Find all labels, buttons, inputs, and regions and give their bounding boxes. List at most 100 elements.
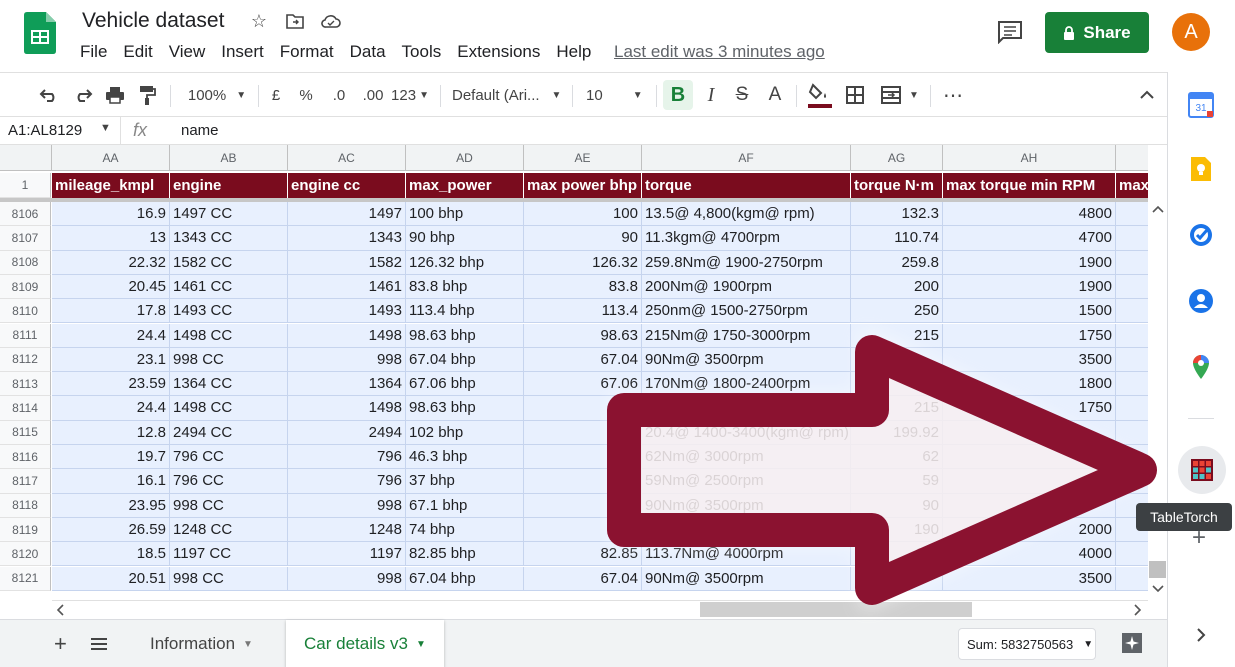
- table-cell[interactable]: 13: [52, 226, 170, 251]
- row-header[interactable]: 8107: [0, 226, 51, 251]
- scroll-right-icon[interactable]: [1134, 604, 1142, 616]
- table-cell[interactable]: 1497: [288, 202, 406, 227]
- table-cell[interactable]: 998 CC: [170, 566, 288, 591]
- table-cell[interactable]: 59: [851, 469, 943, 494]
- table-cell[interactable]: 998: [288, 566, 406, 591]
- table-cell[interactable]: 74 bhp: [406, 517, 524, 543]
- table-cell[interactable]: 18.5: [52, 542, 170, 567]
- menu-data[interactable]: Data: [350, 42, 386, 62]
- table-cell[interactable]: 37 bhp: [406, 469, 524, 494]
- column-header[interactable]: [1116, 145, 1148, 171]
- decrease-decimal-button[interactable]: .0: [326, 73, 352, 117]
- table-cell[interactable]: 9: [524, 396, 642, 421]
- table-cell[interactable]: 250: [851, 299, 943, 324]
- spreadsheet-grid[interactable]: 1 AA AB AC AD AE AF AG AH mileage_kmpl engine engi…: [0, 145, 1148, 600]
- column-header[interactable]: AB: [170, 145, 288, 171]
- table-cell[interactable]: [524, 420, 642, 445]
- row-header[interactable]: 8115: [0, 420, 51, 445]
- menu-extensions[interactable]: Extensions: [457, 42, 540, 62]
- table-cell[interactable]: 126.32 bhp: [406, 250, 524, 275]
- table-cell[interactable]: 23.95: [52, 493, 170, 518]
- row-header[interactable]: 8109: [0, 274, 51, 300]
- table-cell[interactable]: [1116, 469, 1148, 494]
- menu-insert[interactable]: Insert: [221, 42, 264, 62]
- table-cell[interactable]: 1197 CC: [170, 542, 288, 567]
- row-header[interactable]: 8120: [0, 542, 51, 567]
- table-cell[interactable]: 20.45: [52, 274, 170, 300]
- table-cell[interactable]: 132.3: [851, 202, 943, 227]
- currency-button[interactable]: £: [266, 73, 286, 117]
- table-cell[interactable]: 170Nm@ 1800-2400rpm: [642, 372, 851, 397]
- table-cell[interactable]: 16.1: [52, 469, 170, 494]
- table-cell[interactable]: 998 CC: [170, 493, 288, 518]
- chevron-down-icon[interactable]: ▼: [100, 122, 111, 134]
- table-cell[interactable]: 24.4: [52, 323, 170, 348]
- maps-icon[interactable]: [1188, 354, 1214, 380]
- table-cell[interactable]: 1498: [288, 396, 406, 421]
- table-cell[interactable]: 67.04 bhp: [406, 566, 524, 591]
- keep-icon[interactable]: [1188, 156, 1214, 182]
- scroll-left-icon[interactable]: [56, 604, 64, 616]
- table-cell[interactable]: 200Nm@ 1900rpm: [642, 274, 851, 300]
- menu-edit[interactable]: Edit: [123, 42, 152, 62]
- table-cell[interactable]: 1500: [943, 299, 1116, 324]
- table-cell[interactable]: 215: [851, 396, 943, 421]
- table-cell[interactable]: [1116, 347, 1148, 373]
- row-header[interactable]: 8108: [0, 250, 51, 275]
- table-cell[interactable]: 259.8Nm@ 1900-2750rpm: [642, 250, 851, 275]
- table-cell[interactable]: [851, 566, 943, 591]
- table-cell[interactable]: 67.04 bhp: [406, 347, 524, 373]
- table-cell[interactable]: 22.32: [52, 250, 170, 275]
- table-cell[interactable]: 102 bhp: [406, 420, 524, 445]
- table-cell[interactable]: 113.4: [524, 299, 642, 324]
- cloud-saved-icon[interactable]: [320, 10, 342, 32]
- table-cell[interactable]: 215: [851, 323, 943, 348]
- tab-information[interactable]: Information ▼: [150, 620, 253, 667]
- table-cell[interactable]: [642, 396, 851, 421]
- table-cell[interactable]: [524, 445, 642, 470]
- header-cell[interactable]: max_power: [406, 173, 524, 198]
- table-cell[interactable]: 13.5@ 4,800(kgm@ rpm): [642, 202, 851, 227]
- table-cell[interactable]: 23.59: [52, 372, 170, 397]
- italic-button[interactable]: I: [698, 73, 724, 117]
- row-header[interactable]: 8111: [0, 323, 51, 348]
- table-cell[interactable]: 90: [524, 226, 642, 251]
- column-header[interactable]: AD: [406, 145, 524, 171]
- column-header[interactable]: AA: [52, 145, 170, 171]
- table-cell[interactable]: 796 CC: [170, 445, 288, 470]
- row-header[interactable]: 8117: [0, 469, 51, 494]
- table-cell[interactable]: 20.51: [52, 566, 170, 591]
- table-cell[interactable]: 17.8: [52, 299, 170, 324]
- table-cell[interactable]: 98.63 bhp: [406, 396, 524, 421]
- formula-input[interactable]: name: [181, 122, 219, 139]
- header-cell[interactable]: torque: [642, 173, 851, 198]
- table-cell[interactable]: [1116, 566, 1148, 591]
- more-icon[interactable]: ⋯: [940, 73, 966, 117]
- vertical-scrollbar[interactable]: [1148, 199, 1167, 600]
- table-cell[interactable]: 796: [288, 469, 406, 494]
- undo-icon[interactable]: [36, 73, 62, 117]
- table-cell[interactable]: 98.63: [524, 323, 642, 348]
- table-cell[interactable]: 82.85 bhp: [406, 542, 524, 567]
- bold-button[interactable]: B: [663, 80, 693, 110]
- table-cell[interactable]: 90Nm@ 3500rpm: [642, 566, 851, 591]
- table-cell[interactable]: 3500: [943, 347, 1116, 373]
- increase-decimal-button[interactable]: .00: [358, 73, 388, 117]
- row-header[interactable]: 8119: [0, 517, 51, 543]
- table-cell[interactable]: 1900: [943, 274, 1116, 300]
- table-cell[interactable]: 4700: [943, 226, 1116, 251]
- table-cell[interactable]: 90: [851, 493, 943, 518]
- horizontal-scrollbar[interactable]: [52, 600, 1148, 619]
- table-cell[interactable]: [1116, 250, 1148, 275]
- table-cell[interactable]: [524, 493, 642, 518]
- table-cell[interactable]: 100: [524, 202, 642, 227]
- percent-button[interactable]: %: [296, 73, 316, 117]
- table-cell[interactable]: 1800: [943, 372, 1116, 397]
- table-cell[interactable]: 17: [851, 372, 943, 397]
- table-cell[interactable]: 59Nm@ 2500rpm: [642, 469, 851, 494]
- menu-format[interactable]: Format: [280, 42, 334, 62]
- header-cell[interactable]: torque N·m: [851, 173, 943, 198]
- calendar-icon[interactable]: 31: [1188, 92, 1214, 118]
- table-cell[interactable]: 4000: [943, 542, 1116, 567]
- table-cell[interactable]: 1498 CC: [170, 396, 288, 421]
